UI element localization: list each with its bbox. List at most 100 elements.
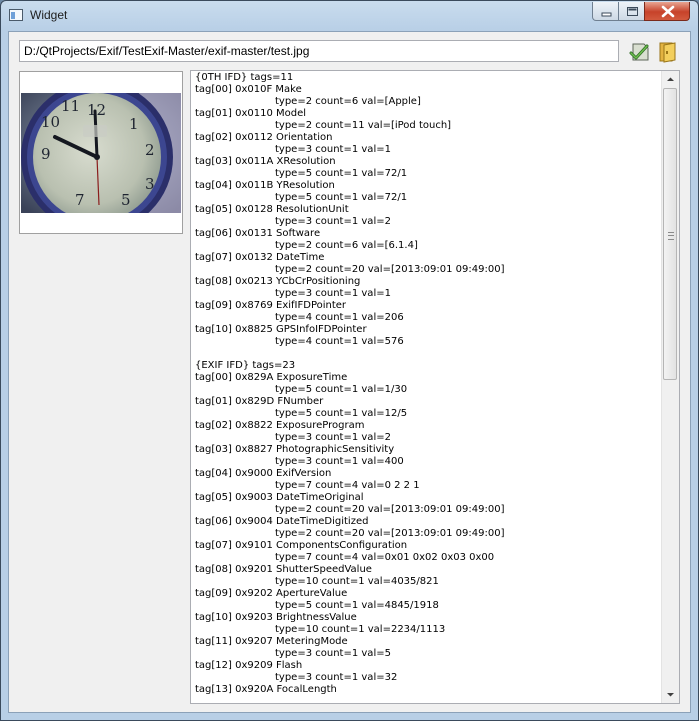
tag-id-line: tag[01] 0x0110 Model [195,108,307,119]
svg-text:3: 3 [145,175,155,193]
tag-info-line: type=3 count=1 val=400 [275,456,404,467]
exif-tag-entry: tag[08] 0x0213 YCbCrPositioning type=3 co… [195,276,659,300]
exif-tag-entry: tag[11] 0x9207 MeteringMode type=3 count=… [195,636,659,660]
tag-id-line: tag[08] 0x0213 YCbCrPositioning [195,276,361,287]
tag-id-line: tag[07] 0x0132 DateTime [195,252,325,263]
exif-tag-entry: tag[00] 0x829A ExposureTime type=5 count=… [195,372,659,396]
tag-id-line: tag[04] 0x9000 ExifVersion [195,468,332,479]
tag-info-line: type=5 count=1 val=72/1 [275,168,408,179]
exif-tag-entry: tag[10] 0x8825 GPSInfoIFDPointer type=4 c… [195,324,659,348]
exif-tag-entry: tag[05] 0x0128 ResolutionUnit type=3 coun… [195,204,659,228]
exif-tag-entry: tag[06] 0x9004 DateTimeDigitized type=2 c… [195,516,659,540]
tag-info-line: type=4 count=1 val=576 [275,336,404,347]
tag-info-line: type=5 count=1 val=72/1 [275,192,408,203]
exif-tag-entry: tag[08] 0x9201 ShutterSpeedValue type=10 … [195,564,659,588]
app-window: Widget D:/QtProjects/Exif/TestExif-Maste… [0,0,699,721]
tag-info-line: type=3 count=1 val=1 [275,144,391,155]
tag-info-line: type=10 count=1 val=4035/821 [275,576,439,587]
maximize-icon [627,7,638,16]
exif-tag-entry: tag[01] 0x829D FNumber type=5 count=1 val… [195,396,659,420]
tag-id-line: tag[11] 0x9207 MeteringMode [195,636,348,647]
tag-id-line: tag[06] 0x0131 Software [195,228,321,239]
tag-id-line: tag[02] 0x8822 ExposureProgram [195,420,365,431]
svg-text:7: 7 [75,191,85,209]
exif-tag-entry: tag[09] 0x9202 ApertureValue type=5 count… [195,588,659,612]
tag-id-line: tag[05] 0x9003 DateTimeOriginal [195,492,364,503]
folder-button[interactable] [656,40,680,63]
tag-id-line: tag[10] 0x9203 BrightnessValue [195,612,357,623]
exif-tag-entry: tag[02] 0x8822 ExposureProgram type=3 cou… [195,420,659,444]
ifd-header: {EXIF IFD} tags=23 [195,360,296,371]
tag-info-line: type=7 count=4 val=0 2 2 1 [275,480,420,491]
svg-text:11: 11 [61,97,80,115]
tag-id-line: tag[08] 0x9201 ShutterSpeedValue [195,564,372,575]
window-icon[interactable] [9,9,23,21]
exif-tag-entry: tag[09] 0x8769 ExifIFDPointer type=4 coun… [195,300,659,324]
exif-tag-entry: tag[12] 0x9209 Flash type=3 count=1 val=3… [195,660,659,684]
svg-text:5: 5 [121,191,131,209]
tag-info-line: type=2 count=6 val=[Apple] [275,96,421,107]
exif-tag-entry: tag[10] 0x9203 BrightnessValue type=10 co… [195,612,659,636]
tag-info-line: type=7 count=4 val=0x01 0x02 0x03 0x00 [275,552,495,563]
tag-id-line: tag[07] 0x9101 ComponentsConfiguration [195,540,408,551]
tag-info-line: type=5 count=1 val=12/5 [275,408,408,419]
window-title: Widget [30,8,68,22]
tag-info-line: type=2 count=20 val=[2013:09:01 09:49:00… [275,264,505,275]
open-button[interactable] [628,40,652,63]
close-button[interactable] [644,2,690,21]
tag-info-line: type=5 count=1 val=4845/1918 [275,600,439,611]
tag-info-line: type=5 count=1 val=1/30 [275,384,408,395]
tag-info-line: type=3 count=1 val=2 [275,216,391,227]
tag-info-line: type=3 count=1 val=5 [275,648,391,659]
folder-icon [659,42,676,63]
minimize-button[interactable] [592,2,619,21]
exif-tag-entry: tag[04] 0x011B YResolution type=5 count=1… [195,180,659,204]
ifd-header: {0TH IFD} tags=11 [195,72,294,83]
minimize-icon [601,12,612,17]
svg-text:1: 1 [129,115,139,133]
file-path-input[interactable] [19,40,619,62]
tag-id-line: tag[02] 0x0112 Orientation [195,132,333,143]
exif-tag-entry: tag[03] 0x011A XResolution type=5 count=1… [195,156,659,180]
svg-text:9: 9 [41,145,51,163]
tag-info-line: type=3 count=1 val=32 [275,672,398,683]
tag-id-line: tag[03] 0x011A XResolution [195,156,336,167]
scroll-up-button[interactable] [662,71,679,88]
exif-text-area[interactable]: {0TH IFD} tags=11 tag[00] 0x010F Make type… [190,70,680,704]
tag-id-line: tag[00] 0x829A ExposureTime [195,372,348,383]
exif-tag-entry: tag[04] 0x9000 ExifVersion type=7 count=4… [195,468,659,492]
tag-info-line: type=4 count=1 val=206 [275,312,404,323]
exif-tag-entry: tag[13] 0x920A FocalLength [195,684,659,696]
tag-info-line: type=2 count=11 val=[iPod touch] [275,120,452,131]
maximize-button[interactable] [618,2,645,21]
exif-tag-entry: tag[06] 0x0131 Software type=2 count=6 va… [195,228,659,252]
tag-id-line: tag[09] 0x8769 ExifIFDPointer [195,300,347,311]
tag-info-line: type=2 count=6 val=[6.1.4] [275,240,418,251]
tag-id-line: tag[03] 0x8827 PhotographicSensitivity [195,444,395,455]
client-area: 12 1 2 3 9 10 11 7 5 {0TH IFD} tags=11ta… [8,31,691,713]
tag-info-line: type=3 count=1 val=2 [275,432,391,443]
image-preview: 12 1 2 3 9 10 11 7 5 [19,71,183,234]
exif-tag-entry: tag[00] 0x010F Make type=2 count=6 val=[A… [195,84,659,108]
scroll-down-button[interactable] [662,686,679,703]
tag-id-line: tag[04] 0x011B YResolution [195,180,335,191]
exif-tag-entry: tag[05] 0x9003 DateTimeOriginal type=2 co… [195,492,659,516]
svg-text:10: 10 [41,113,60,131]
exif-tag-entry: tag[03] 0x8827 PhotographicSensitivity ty… [195,444,659,468]
exif-tag-entry: tag[02] 0x0112 Orientation type=3 count=1… [195,132,659,156]
title-bar[interactable]: Widget [1,1,698,31]
tag-info-line: type=2 count=20 val=[2013:09:01 09:49:00… [275,504,505,515]
scroll-thumb[interactable] [663,88,677,380]
vertical-scrollbar[interactable] [661,71,679,703]
tag-id-line: tag[00] 0x010F Make [195,84,302,95]
exif-tag-entry: tag[07] 0x9101 ComponentsConfiguration ty… [195,540,659,564]
clock-photo: 12 1 2 3 9 10 11 7 5 [21,93,181,213]
tag-id-line: tag[12] 0x9209 Flash [195,660,303,671]
tag-info-line: type=3 count=1 val=1 [275,288,391,299]
tag-info-line: type=2 count=20 val=[2013:09:01 09:49:00… [275,528,505,539]
grip-icon [668,232,674,240]
tag-id-line: tag[09] 0x9202 ApertureValue [195,588,348,599]
chevron-up-icon [667,77,674,81]
check-document-icon [629,43,649,61]
